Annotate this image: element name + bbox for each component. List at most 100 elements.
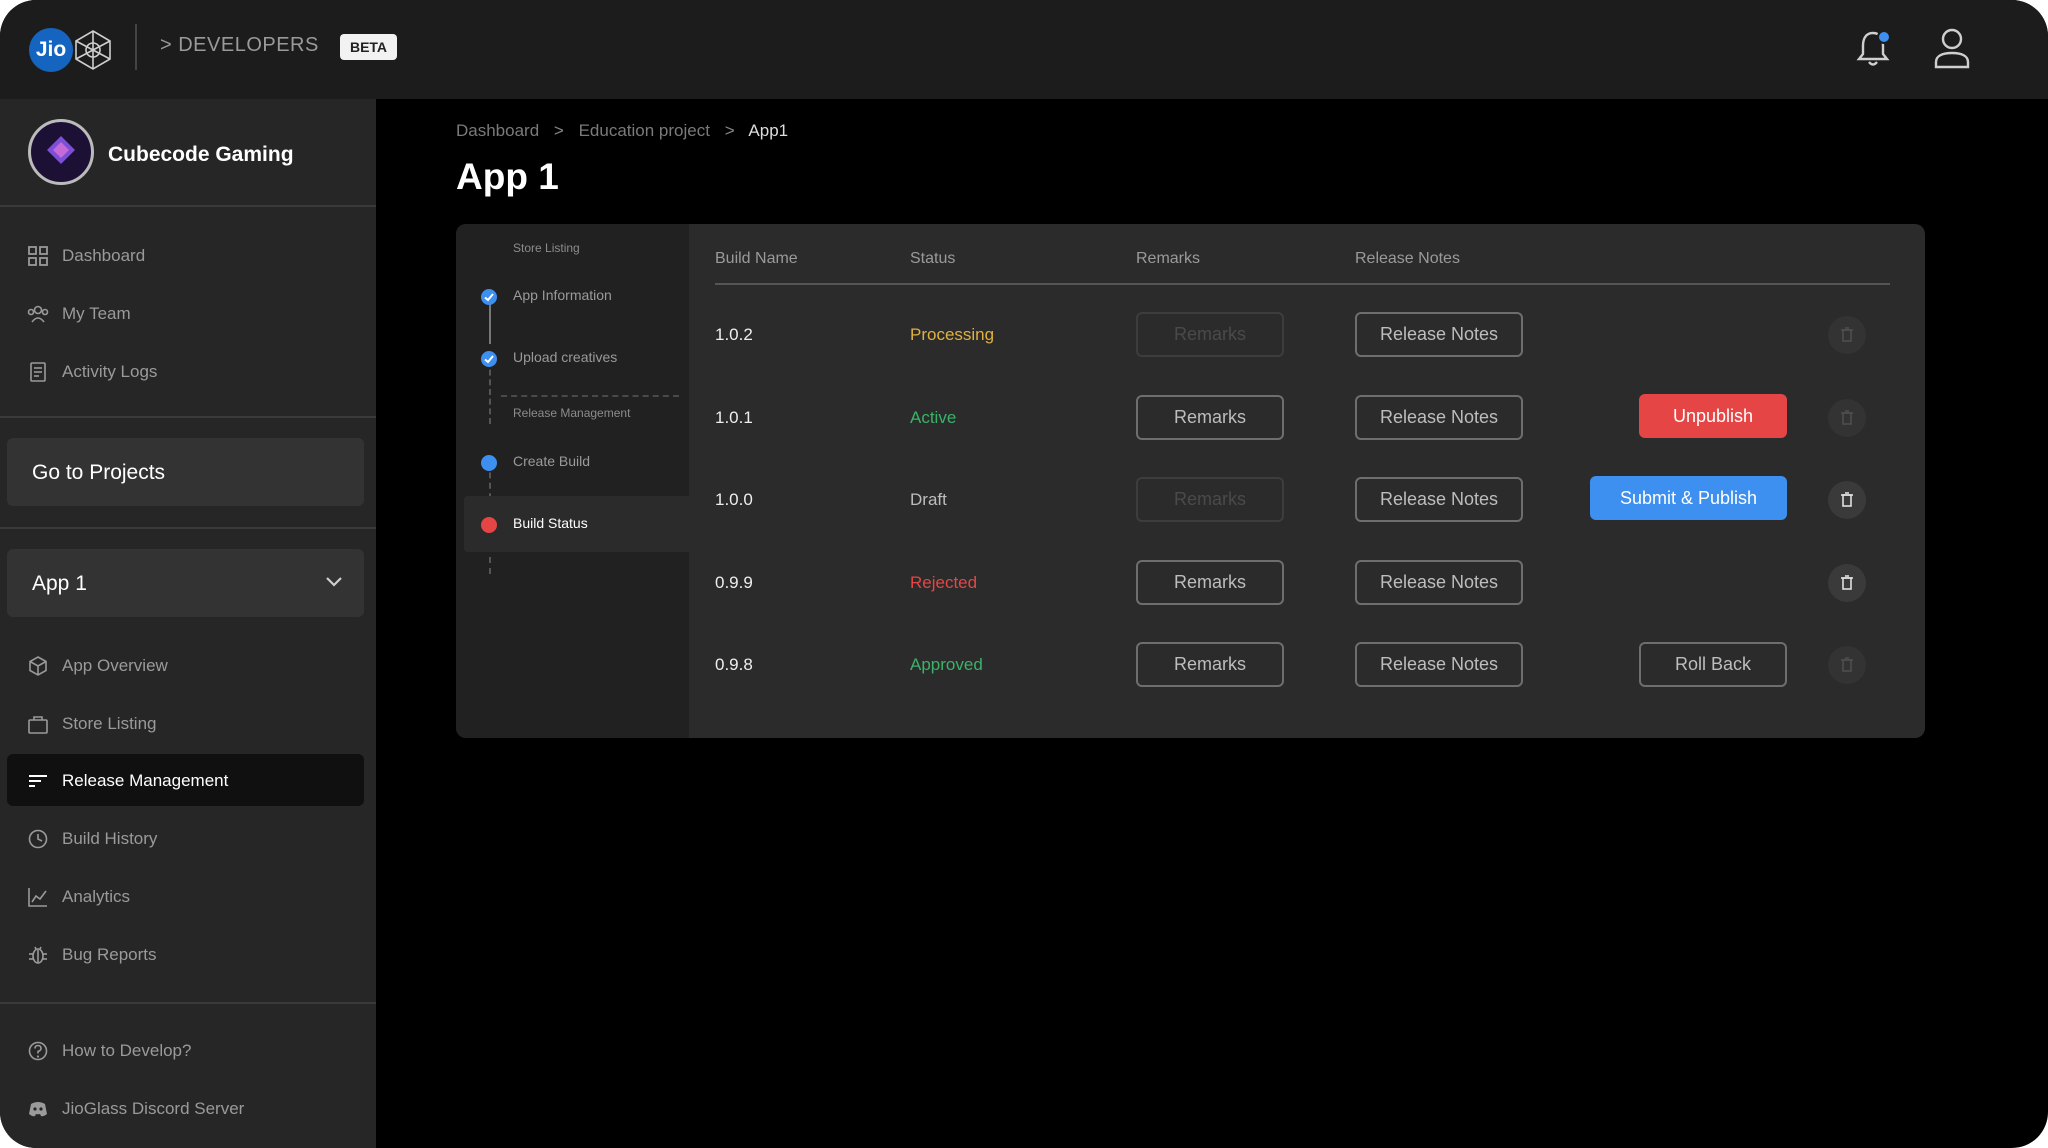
trash-icon	[1841, 657, 1853, 672]
sidebar-item-label: My Team	[62, 304, 131, 323]
sidebar-item-label: Store Listing	[62, 714, 157, 733]
app-select-value: App 1	[32, 572, 87, 595]
sidebar-item-my-team[interactable]: My Team	[7, 287, 364, 339]
unpublish-button[interactable]: Unpublish	[1639, 394, 1787, 438]
breadcrumb: Dashboard > Education project > App1	[456, 121, 788, 141]
breadcrumb-current: App1	[748, 121, 789, 140]
remarks-button[interactable]: Remarks	[1136, 642, 1284, 687]
table-row: 0.9.8 Approved Remarks Release Notes Rol…	[456, 636, 1925, 696]
table-row: 1.0.0 Draft Remarks Release Notes Submit…	[456, 471, 1925, 531]
submit-and-publish-button[interactable]: Submit & Publish	[1590, 476, 1787, 520]
bug-icon	[29, 946, 47, 964]
page-title: App 1	[456, 156, 559, 197]
delete-button[interactable]	[1828, 564, 1866, 602]
progress-dot-icon	[481, 455, 497, 471]
go-to-projects-label: Go to Projects	[32, 461, 166, 484]
top-bar: Jio > DEVELOPERS BETA	[0, 0, 2048, 99]
delete-button[interactable]	[1828, 316, 1866, 354]
release-notes-button[interactable]: Release Notes	[1355, 312, 1523, 357]
sidebar-item-bug-reports[interactable]: Bug Reports	[7, 928, 364, 980]
app-select-dropdown[interactable]: App 1	[7, 549, 364, 617]
column-header-status: Status	[910, 250, 956, 267]
sidebar-item-discord-server[interactable]: JioGlass Discord Server	[7, 1082, 364, 1134]
release-notes-button[interactable]: Release Notes	[1355, 395, 1523, 440]
step-section-store-listing: Store Listing	[513, 241, 580, 255]
org-header: Cubecode Gaming	[0, 99, 376, 207]
sidebar-item-analytics[interactable]: Analytics	[7, 870, 364, 922]
table-header-divider	[715, 283, 1890, 285]
build-status: Active	[910, 408, 957, 427]
org-avatar[interactable]	[28, 119, 94, 185]
cube-icon	[29, 656, 47, 676]
column-header-build-name: Build Name	[715, 250, 798, 267]
sidebar: Cubecode Gaming Dashboard My Team Activi…	[0, 99, 376, 1148]
sidebar-item-release-management[interactable]: Release Management	[7, 754, 364, 806]
build-status: Rejected	[910, 573, 978, 592]
check-circle-icon	[481, 289, 497, 305]
trash-icon	[1841, 410, 1853, 425]
history-icon	[28, 829, 48, 849]
build-status: Draft	[910, 490, 947, 509]
column-header-remarks: Remarks	[1136, 250, 1201, 267]
sidebar-item-label: Dashboard	[62, 246, 146, 265]
release-notes-button[interactable]: Release Notes	[1355, 477, 1523, 522]
sidebar-item-label: Release Management	[62, 771, 229, 790]
build-name: 1.0.1	[715, 408, 753, 427]
header-divider	[135, 24, 137, 70]
sidebar-item-activity-logs[interactable]: Activity Logs	[7, 345, 364, 397]
breadcrumb-project[interactable]: Education project	[579, 121, 710, 140]
build-status: Processing	[910, 325, 995, 344]
column-header-release-notes: Release Notes	[1355, 250, 1460, 267]
trash-icon	[1841, 492, 1853, 507]
chevron-down-icon	[326, 577, 342, 587]
go-to-projects-button[interactable]: Go to Projects	[7, 438, 364, 506]
build-name: 0.9.8	[715, 655, 753, 674]
notification-bell-icon[interactable]	[1855, 28, 1891, 68]
team-icon	[27, 305, 49, 323]
developers-label[interactable]: > DEVELOPERS	[160, 34, 319, 57]
table-row: 1.0.1 Active Remarks Release Notes Unpub…	[456, 389, 1925, 449]
table-row: 0.9.9 Rejected Remarks Release Notes	[456, 554, 1925, 614]
sidebar-item-dashboard[interactable]: Dashboard	[7, 229, 364, 281]
roll-back-button[interactable]: Roll Back	[1639, 642, 1787, 687]
sidebar-item-label: Activity Logs	[62, 362, 158, 381]
delete-button[interactable]	[1828, 481, 1866, 519]
bag-icon	[28, 716, 48, 734]
step-label: App Information	[513, 287, 612, 303]
network-logo-icon	[75, 30, 111, 70]
jio-logo[interactable]: Jio	[29, 28, 113, 72]
user-profile-icon[interactable]	[1932, 26, 1972, 70]
build-name: 0.9.9	[715, 573, 753, 592]
logs-icon	[30, 362, 46, 382]
build-name: 1.0.2	[715, 325, 753, 344]
sidebar-item-build-history[interactable]: Build History	[7, 812, 364, 864]
remarks-button[interactable]: Remarks	[1136, 560, 1284, 605]
release-notes-button[interactable]: Release Notes	[1355, 560, 1523, 605]
trash-icon	[1841, 575, 1853, 590]
breadcrumb-dashboard[interactable]: Dashboard	[456, 121, 539, 140]
grid-icon	[28, 246, 48, 266]
delete-button[interactable]	[1828, 399, 1866, 437]
build-name: 1.0.0	[715, 490, 753, 509]
trash-icon	[1841, 327, 1853, 342]
remarks-button[interactable]: Remarks	[1136, 312, 1284, 357]
help-icon	[28, 1041, 48, 1061]
sidebar-item-how-to-develop[interactable]: How to Develop?	[7, 1024, 364, 1076]
release-icon	[29, 775, 47, 787]
build-status: Approved	[910, 655, 983, 674]
sidebar-item-label: Build History	[62, 829, 158, 848]
sidebar-item-app-overview[interactable]: App Overview	[7, 639, 364, 691]
org-name: Cubecode Gaming	[108, 143, 294, 166]
remarks-button[interactable]: Remarks	[1136, 477, 1284, 522]
jio-logo-text: Jio	[29, 28, 73, 72]
release-notes-button[interactable]: Release Notes	[1355, 642, 1523, 687]
sidebar-divider	[0, 1002, 376, 1004]
sidebar-item-store-listing[interactable]: Store Listing	[7, 697, 364, 749]
table-row: 1.0.2 Processing Remarks Release Notes	[456, 306, 1925, 366]
delete-button[interactable]	[1828, 646, 1866, 684]
sidebar-divider	[0, 527, 376, 529]
chart-icon	[28, 888, 47, 907]
sidebar-item-label: App Overview	[62, 656, 168, 675]
remarks-button[interactable]: Remarks	[1136, 395, 1284, 440]
sidebar-item-label: JioGlass Discord Server	[62, 1099, 245, 1118]
